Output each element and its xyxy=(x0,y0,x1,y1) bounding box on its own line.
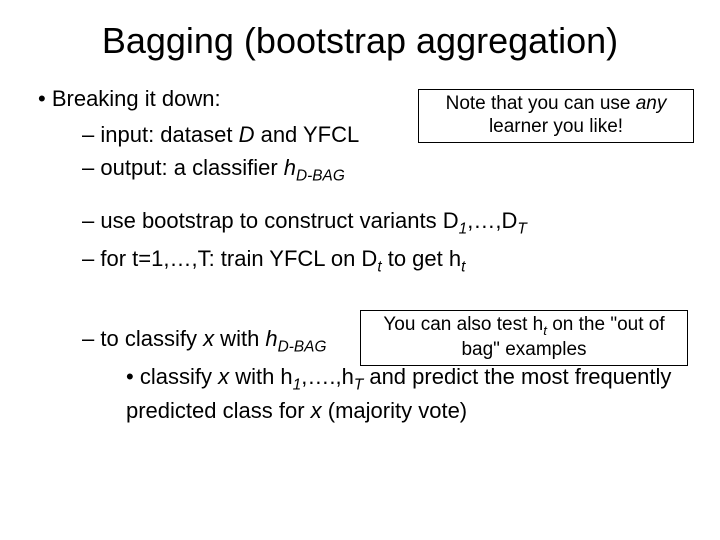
note-any-learner: Note that you can use any learner you li… xyxy=(418,89,694,143)
l4s2: t xyxy=(461,258,465,275)
l4a: for t=1,…,T: train YFCL on D xyxy=(100,246,377,271)
l1b: and YFCL xyxy=(254,122,359,147)
l1D: D xyxy=(239,122,255,147)
l2sub: D-BAG xyxy=(296,168,345,185)
line-bootstrap: use bootstrap to construct variants D1,…… xyxy=(82,206,690,240)
l6a: classify xyxy=(140,364,218,389)
l3a: use bootstrap to construct variants D xyxy=(100,208,458,233)
l6x2: x xyxy=(311,398,328,423)
line-majority: classify x with h1,….,hT and predict the… xyxy=(126,362,690,426)
l6s1: 1 xyxy=(293,377,302,394)
l3s1: 1 xyxy=(459,220,468,237)
l5h: h xyxy=(265,326,277,351)
l5x: x xyxy=(203,326,214,351)
line-train: for t=1,…,T: train YFCL on Dt to get ht xyxy=(82,244,690,278)
l5b: with xyxy=(214,326,265,351)
note2-text-a: You can also test h xyxy=(383,314,543,335)
l4b: to get h xyxy=(382,246,462,271)
note-oob: You can also test ht on the "out of bag"… xyxy=(360,310,688,366)
line-output: output: a classifier hD-BAG xyxy=(82,153,690,187)
note1-text-a: Note that you can use xyxy=(446,93,636,114)
l6c: ,….,h xyxy=(301,364,354,389)
l6e: (majority vote) xyxy=(328,398,467,423)
l6s2: T xyxy=(354,377,363,394)
l3s2: T xyxy=(517,220,526,237)
note1-any: any xyxy=(636,93,667,114)
note1-text-b: learner you like! xyxy=(489,116,623,137)
l3b: ,…,D xyxy=(467,208,517,233)
l5a: to classify xyxy=(100,326,203,351)
slide-title: Bagging (bootstrap aggregation) xyxy=(30,20,690,62)
l6x: x xyxy=(218,364,229,389)
l5sub: D-BAG xyxy=(278,338,327,355)
l1a: input: dataset xyxy=(100,122,238,147)
l2h: h xyxy=(284,155,296,180)
l2a: output: a classifier xyxy=(100,155,283,180)
l6b: with h xyxy=(229,364,293,389)
